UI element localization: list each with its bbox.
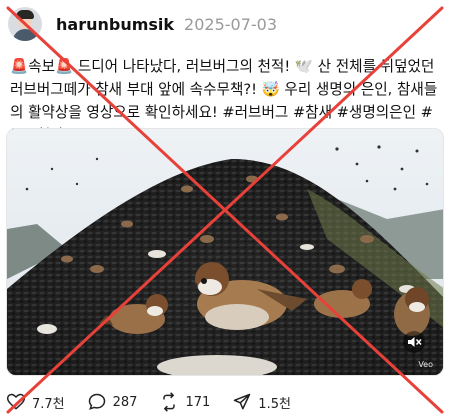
username[interactable]: harunbumsik (56, 15, 174, 34)
repost-count: 171 (185, 394, 211, 410)
repost-button[interactable]: 171 (159, 392, 210, 412)
action-bar: 7.7천 287 171 1.5천 (6, 390, 313, 414)
share-icon (234, 393, 251, 410)
post-card: harunbumsik 2025-07-03 🚨속보🚨 드디어 나타났다, 러브… (0, 0, 450, 420)
post-video[interactable]: Veo (6, 128, 444, 376)
comment-count: 287 (112, 394, 138, 410)
repost-icon (163, 392, 176, 412)
mute-icon[interactable] (403, 331, 425, 353)
video-frame-illustration (7, 129, 443, 375)
share-button[interactable]: 1.5천 (232, 392, 291, 412)
comment-icon (88, 393, 105, 410)
video-watermark: Veo (418, 360, 433, 369)
like-count: 7.7천 (32, 396, 65, 412)
avatar[interactable] (8, 7, 42, 41)
share-count: 1.5천 (258, 396, 291, 412)
post-header: harunbumsik 2025-07-03 (8, 6, 277, 42)
like-button[interactable]: 7.7천 (6, 392, 65, 412)
post-date: 2025-07-03 (184, 14, 278, 34)
heart-icon (6, 393, 26, 410)
comment-button[interactable]: 287 (87, 392, 138, 412)
